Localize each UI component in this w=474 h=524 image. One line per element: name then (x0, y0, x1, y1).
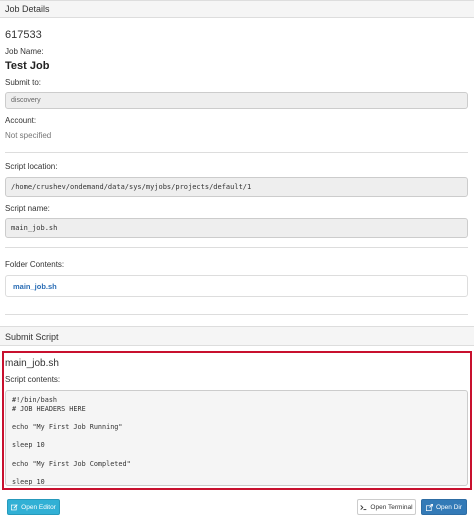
account-value: Not specified (5, 131, 52, 140)
divider (5, 152, 468, 153)
divider (5, 314, 468, 315)
script-contents-box[interactable]: #!/bin/bash # JOB HEADERS HERE echo "My … (5, 390, 468, 486)
script-contents-text: #!/bin/bash # JOB HEADERS HERE echo "My … (12, 396, 131, 486)
folder-file-link[interactable]: main_job.sh (13, 282, 57, 291)
terminal-icon (360, 504, 367, 511)
open-editor-label: Open Editor (21, 503, 56, 511)
script-contents-label: Script contents: (5, 375, 61, 384)
open-dir-label: Open Dir (435, 503, 462, 511)
submit-to-field: discovery (5, 92, 468, 109)
script-location-value: /home/crushev/ondemand/data/sys/myjobs/p… (11, 183, 252, 191)
job-details-heading: Job Details (0, 0, 474, 18)
submit-to-label: Submit to: (5, 78, 42, 87)
submit-script-heading: Submit Script (0, 326, 474, 346)
script-name-field: main_job.sh (5, 218, 468, 238)
script-filename: main_job.sh (5, 358, 59, 369)
script-location-label: Script location: (5, 162, 58, 171)
account-label: Account: (5, 116, 37, 125)
external-link-icon (425, 503, 433, 511)
divider (5, 247, 468, 248)
script-name-label: Script name: (5, 204, 50, 213)
script-name-value: main_job.sh (11, 224, 58, 232)
folder-contents-list: main_job.sh (5, 275, 468, 297)
edit-icon (11, 503, 18, 511)
job-name: Test Job (5, 60, 50, 72)
open-terminal-label: Open Terminal (370, 503, 413, 511)
script-location-field: /home/crushev/ondemand/data/sys/myjobs/p… (5, 177, 468, 197)
submit-to-value: discovery (11, 97, 41, 104)
open-dir-button[interactable]: Open Dir (421, 499, 467, 515)
job-id: 617533 (5, 29, 42, 41)
job-name-label: Job Name: (5, 47, 44, 56)
folder-contents-label: Folder Contents: (5, 260, 65, 269)
open-editor-button[interactable]: Open Editor (7, 499, 60, 515)
open-terminal-button[interactable]: Open Terminal (357, 499, 416, 515)
